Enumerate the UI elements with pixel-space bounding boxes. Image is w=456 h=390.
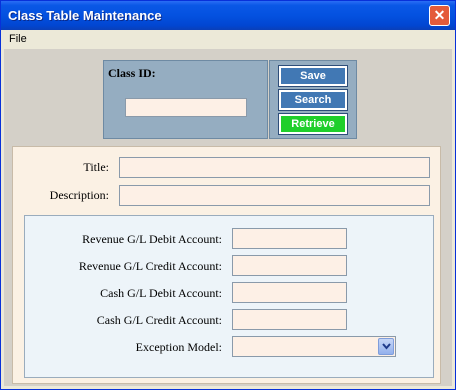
app-window: Class Table Maintenance ✕ File Class ID:… [0, 0, 456, 390]
action-button-panel: Save Search Retrieve [269, 60, 357, 139]
title-bar[interactable]: Class Table Maintenance ✕ [1, 1, 455, 30]
exception-model-label: Exception Model: [135, 340, 222, 354]
close-button[interactable]: ✕ [429, 5, 450, 26]
title-input[interactable] [119, 157, 430, 178]
revenue-debit-input[interactable] [232, 228, 347, 249]
close-icon: ✕ [433, 7, 446, 23]
revenue-debit-label: Revenue G/L Debit Account: [82, 232, 222, 246]
window-title: Class Table Maintenance [8, 8, 162, 23]
chevron-down-icon [382, 343, 391, 350]
title-label: Title: [83, 160, 109, 174]
class-id-input[interactable] [125, 98, 247, 117]
cash-credit-label: Cash G/L Credit Account: [96, 313, 222, 327]
cash-debit-input[interactable] [232, 282, 347, 303]
search-button[interactable]: Search [278, 89, 348, 111]
cash-credit-input[interactable] [232, 309, 347, 330]
menu-bar: File [1, 30, 455, 49]
menu-file[interactable]: File [9, 33, 27, 45]
retrieve-button[interactable]: Retrieve [278, 113, 348, 135]
cash-debit-label: Cash G/L Debit Account: [100, 286, 222, 300]
dropdown-button[interactable] [378, 338, 394, 355]
accounts-panel: Revenue G/L Debit Account: Revenue G/L C… [24, 215, 434, 378]
content-area: Class ID: Save Search Retrieve Title: De… [4, 49, 452, 386]
class-id-label: Class ID: [108, 66, 156, 80]
exception-model-select[interactable] [232, 336, 396, 357]
revenue-credit-label: Revenue G/L Credit Account: [78, 259, 222, 273]
revenue-credit-input[interactable] [232, 255, 347, 276]
description-label: Description: [49, 188, 109, 202]
details-panel: Title: Description: Revenue G/L Debit Ac… [12, 146, 441, 384]
save-button[interactable]: Save [278, 65, 348, 87]
description-input[interactable] [119, 185, 430, 206]
class-id-panel: Class ID: [103, 60, 268, 139]
